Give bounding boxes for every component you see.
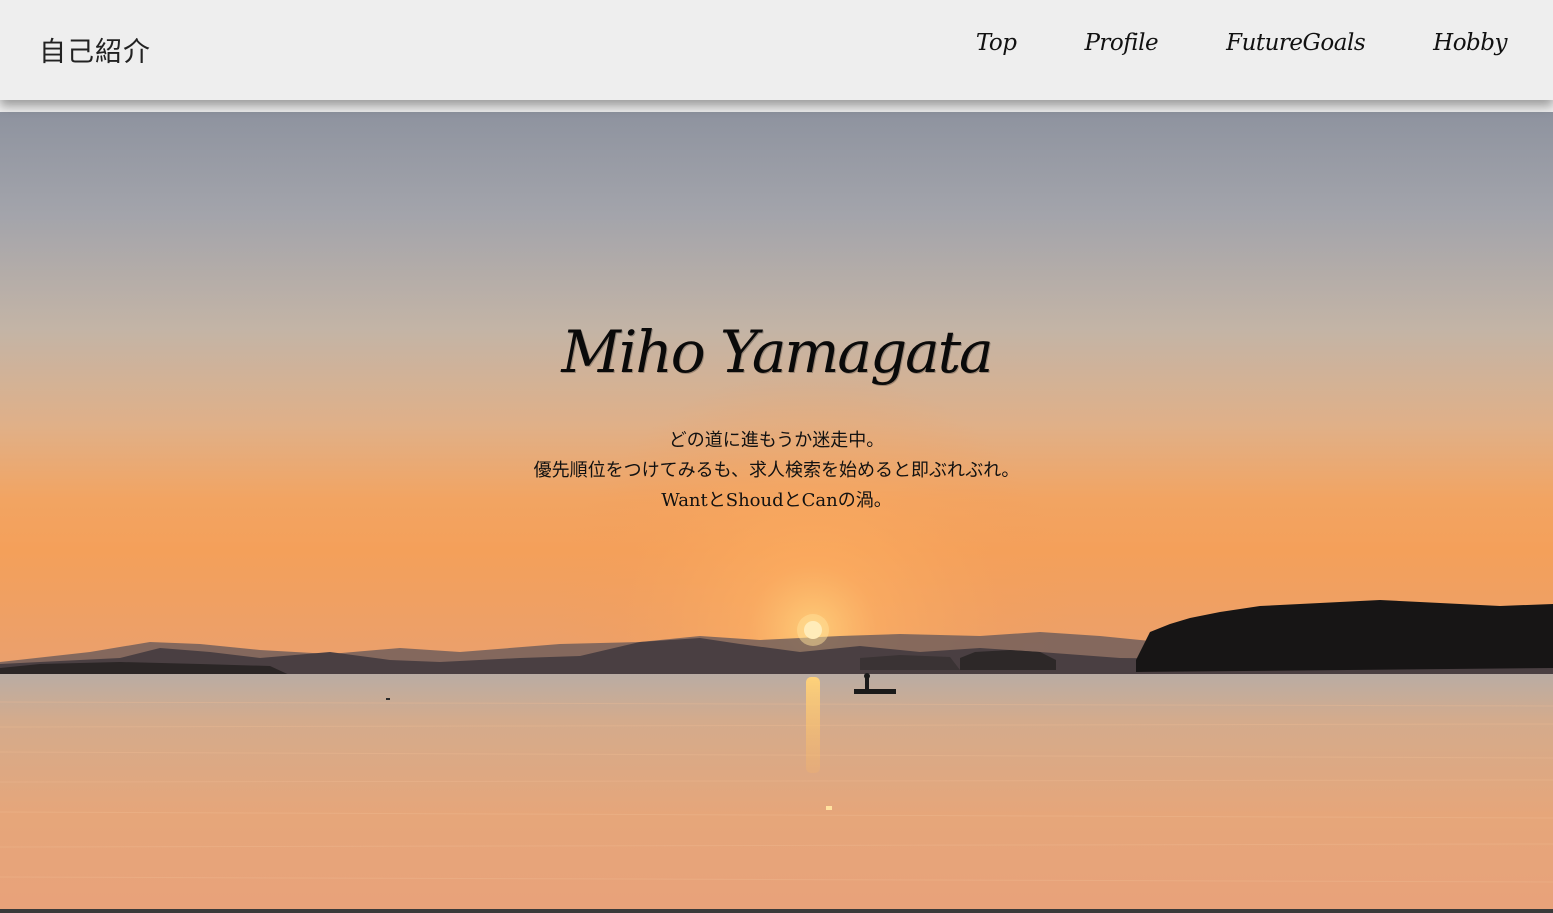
main-nav: Top Profile FutureGoals Hobby xyxy=(908,30,1508,56)
hero-line-2: 優先順位をつけてみるも、求人検索を始めると即ぶれぶれ。 xyxy=(533,460,1020,481)
page-bottom-border xyxy=(0,909,1553,913)
nav-link-profile[interactable]: Profile xyxy=(1084,30,1158,56)
nav-link-futuregoals[interactable]: FutureGoals xyxy=(1226,30,1366,56)
nav-link-top[interactable]: Top xyxy=(976,30,1017,56)
hero-intro-text: どの道に進もうか迷走中。 優先順位をつけてみるも、求人検索を始めると即ぶれぶれ。… xyxy=(0,426,1553,516)
site-header: 自己紹介 Top Profile FutureGoals Hobby xyxy=(0,0,1553,100)
hero-line-3: WantとShoudとCanの渦。 xyxy=(661,490,892,511)
hero-section: Miho Yamagata どの道に進もうか迷走中。 優先順位をつけてみるも、求… xyxy=(0,112,1553,909)
hero-title: Miho Yamagata xyxy=(561,318,993,386)
hero-line-1: どの道に進もうか迷走中。 xyxy=(668,430,885,451)
site-title[interactable]: 自己紹介 xyxy=(39,30,151,69)
nav-link-hobby[interactable]: Hobby xyxy=(1433,30,1507,56)
